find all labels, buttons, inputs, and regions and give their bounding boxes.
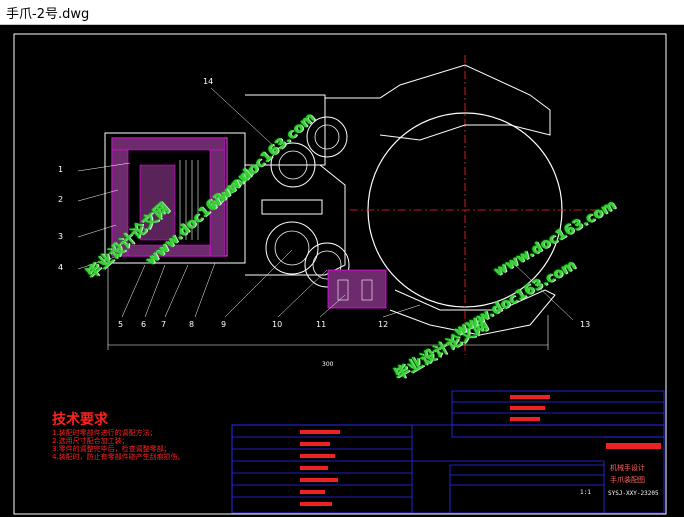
window-titlebar: 手爪-2号.dwg [0,0,684,25]
callout-3: 3 [58,232,64,241]
dimension-label: 300 [322,361,334,368]
close-button[interactable] [674,0,684,24]
callout-11: 11 [316,320,327,329]
tech-line: 4.装配时，防止有零部件碰产生刮痕损伤。 [52,453,185,461]
tech-line: 3.零件的调整完毕后，检查调整零部； [52,445,171,453]
callout-7: 7 [161,320,167,329]
cad-canvas[interactable]: 1 2 3 4 5 6 7 8 9 10 11 12 13 14 300 技术要… [0,25,684,517]
callout-13: 13 [580,320,591,329]
callout-4: 4 [58,263,64,272]
callout-2: 2 [58,195,64,204]
callout-9: 9 [221,320,227,329]
window-title: 手爪-2号.dwg [6,7,90,22]
callout-10: 10 [272,320,283,329]
tech-line: 2.选用尺寸配合加工装； [52,437,129,445]
callout-5: 5 [118,320,124,329]
callout-14: 14 [203,77,214,86]
tech-requirements: 技术要求 1.装配时零部件进行的调配方法； 2.选用尺寸配合加工装； 3.零件的… [52,409,185,461]
callout-12: 12 [378,320,389,329]
callout-8: 8 [189,320,195,329]
title-project: 机械手设计 [610,464,645,472]
title-scale: 1:1 [580,489,591,496]
callout-6: 6 [141,320,147,329]
title-code: SYSJ-XXY-23205 [608,490,659,497]
tech-line: 1.装配时零部件进行的调配方法； [52,429,157,437]
tech-heading: 技术要求 [52,412,108,428]
callout-1: 1 [58,165,64,174]
title-drawing-name: 手爪装配图 [610,476,645,484]
